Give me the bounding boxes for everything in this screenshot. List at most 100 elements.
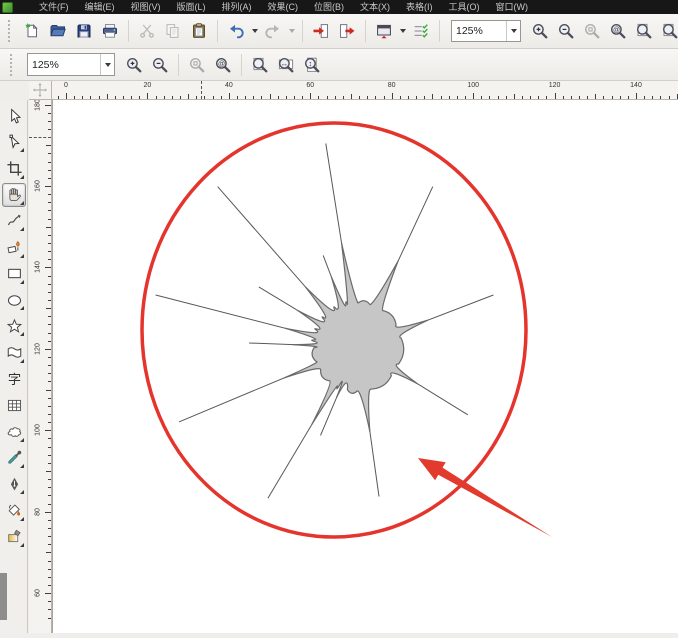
save-icon [75, 22, 93, 40]
combo-dropdown-button[interactable] [506, 21, 520, 41]
redo-icon [264, 22, 282, 40]
ruler-tick [48, 495, 51, 496]
zoom-in-button[interactable] [121, 52, 147, 78]
toolbar-grip-handle[interactable] [8, 20, 13, 42]
ruler-tick [628, 96, 629, 99]
tool-fill[interactable] [2, 499, 26, 523]
ruler-tick [261, 96, 262, 99]
undo-button[interactable] [223, 18, 249, 44]
zoom-all-objects-button[interactable]: @ [210, 52, 236, 78]
tool-text[interactable]: 字 [2, 367, 26, 391]
tool-freehand[interactable] [2, 209, 26, 233]
tool-pan[interactable] [2, 183, 26, 207]
cut-button[interactable] [134, 18, 160, 44]
redo-button[interactable] [260, 18, 286, 44]
print-button[interactable] [97, 18, 123, 44]
zoom-out-button[interactable] [147, 52, 173, 78]
callout-arrow[interactable] [418, 458, 552, 537]
save-button[interactable] [71, 18, 97, 44]
ruler-label: 140 [630, 82, 642, 89]
copy-button[interactable] [160, 18, 186, 44]
tool-basic-shapes[interactable] [2, 341, 26, 365]
tool-crop[interactable] [2, 157, 26, 181]
flyout-indicator-icon [20, 517, 24, 521]
ruler-tick [48, 284, 51, 285]
menu-item-arrange[interactable]: 排列(A) [214, 0, 260, 14]
flyout-indicator-icon [20, 175, 24, 179]
zoom-in-icon [531, 22, 549, 40]
ruler-origin[interactable] [29, 81, 52, 100]
undo-options-dropdown-button[interactable] [249, 18, 260, 44]
ruler-tick [48, 422, 51, 423]
menu-item-text[interactable]: 文本(X) [352, 0, 398, 14]
horizontal-ruler[interactable]: 020406080100120140 [52, 81, 678, 100]
ruler-tick [612, 96, 613, 99]
menu-item-table[interactable]: 表格(I) [398, 0, 441, 14]
zoom-selected-button[interactable] [579, 18, 605, 44]
zoom-page-icon [251, 56, 269, 74]
tool-eyedropper[interactable] [2, 446, 26, 470]
import-button[interactable] [308, 18, 334, 44]
zoom-levels-combo[interactable]: 125% [27, 53, 115, 76]
tool-shape[interactable] [2, 130, 26, 154]
redo-options-dropdown-button[interactable] [286, 18, 297, 44]
combo-dropdown-button[interactable] [100, 54, 114, 75]
tool-interactive-fill[interactable] [2, 525, 26, 549]
menu-item-file[interactable]: 文件(F) [31, 0, 77, 14]
ruler-tick [310, 93, 311, 99]
zoom-level-combo[interactable]: 125% [451, 20, 521, 42]
menu-item-edit[interactable]: 编辑(E) [77, 0, 123, 14]
menu-item-view[interactable]: 视图(V) [123, 0, 169, 14]
export-button[interactable] [334, 18, 360, 44]
zoom-clipped-button[interactable] [657, 18, 678, 44]
application-launcher-options-dropdown-button[interactable] [397, 18, 408, 44]
toolbar-separator [128, 20, 129, 42]
zoom-all-objects-button[interactable]: @ [605, 18, 631, 44]
new-button[interactable] [19, 18, 45, 44]
ruler-tick [48, 235, 51, 236]
application-launcher-button[interactable] [371, 18, 397, 44]
property-bar-grip-handle[interactable] [10, 54, 15, 76]
tool-table[interactable] [2, 393, 26, 417]
svg-text:↔: ↔ [281, 58, 289, 67]
snap-options-button[interactable] [408, 18, 434, 44]
zoom-out-button[interactable] [553, 18, 579, 44]
paste-button[interactable] [186, 18, 212, 44]
open-button[interactable] [45, 18, 71, 44]
zoom-height-icon: ↕ [303, 56, 321, 74]
vertical-ruler[interactable]: 1801601401201008060 [29, 100, 52, 633]
splat-object[interactable] [156, 144, 494, 499]
tool-polygon[interactable] [2, 314, 26, 338]
tool-pick[interactable] [2, 104, 26, 128]
ruler-tick [48, 357, 51, 358]
tool-outline-pen[interactable] [2, 472, 26, 496]
drawing-canvas[interactable] [52, 100, 678, 633]
ruler-tick [587, 96, 588, 99]
ruler-tick [489, 96, 490, 99]
ruler-tick [636, 93, 637, 99]
ruler-tick [48, 292, 51, 293]
zoom-page-width-button[interactable]: ↔ [273, 52, 299, 78]
ruler-tick [48, 487, 51, 488]
ruler-tick [343, 96, 344, 99]
tool-ellipse[interactable] [2, 288, 26, 312]
ruler-tick [579, 96, 580, 99]
menu-item-effects[interactable]: 效果(C) [260, 0, 307, 14]
tool-dimension[interactable] [2, 420, 26, 444]
zoom-selected-button[interactable] [184, 52, 210, 78]
zoom-page-button[interactable] [631, 18, 657, 44]
zoom-page-height-button[interactable]: ↕ [299, 52, 325, 78]
tool-rectangle[interactable] [2, 262, 26, 286]
ruler-tick [48, 316, 51, 317]
ruler-origin-crosshair-icon [32, 82, 48, 98]
menu-item-window[interactable]: 窗口(W) [488, 0, 537, 14]
ruler-label: 80 [35, 508, 42, 516]
ruler-tick [48, 414, 51, 415]
zoom-page-button[interactable] [247, 52, 273, 78]
zoom-in-button[interactable] [527, 18, 553, 44]
menu-item-tools[interactable]: 工具(O) [441, 0, 488, 14]
menu-item-bitmaps[interactable]: 位图(B) [306, 0, 352, 14]
drawing-surface[interactable] [53, 100, 678, 633]
menu-item-layout[interactable]: 版面(L) [169, 0, 214, 14]
tool-smart-fill[interactable] [2, 236, 26, 260]
